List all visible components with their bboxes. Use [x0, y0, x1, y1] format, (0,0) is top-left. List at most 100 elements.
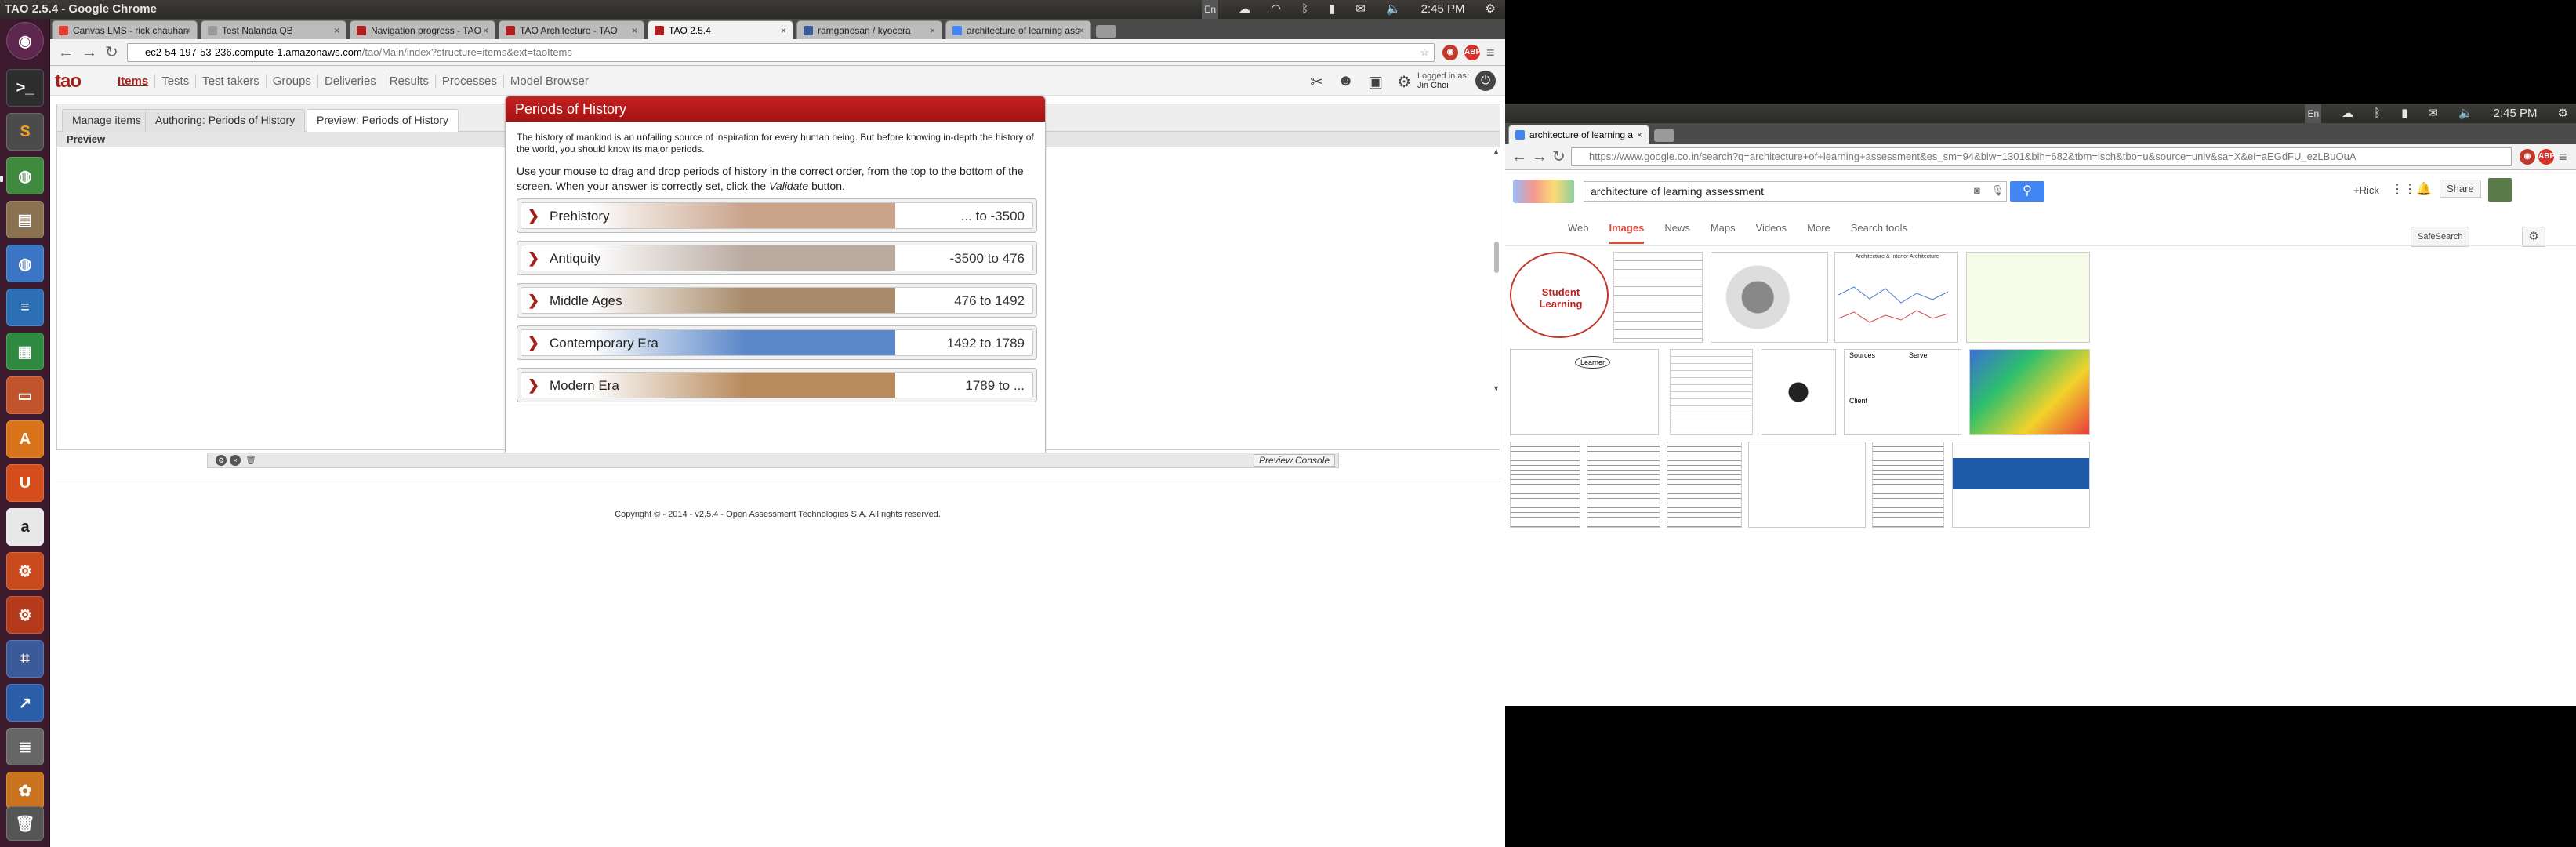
chrome-icon[interactable]: ◍ [6, 157, 44, 194]
browser-tab[interactable]: Test Nalanda QB × [201, 20, 346, 39]
image-result[interactable] [1952, 442, 2090, 528]
clock[interactable]: 2:45 PM [1421, 0, 1465, 19]
close-icon[interactable]: × [230, 455, 241, 466]
close-icon[interactable]: × [781, 21, 786, 39]
calc-icon[interactable]: ▦ [6, 333, 44, 370]
image-result[interactable] [1587, 442, 1660, 528]
mail-icon[interactable]: ✉ [1355, 0, 1366, 19]
ubuntu-dash-icon[interactable]: ◉ [6, 22, 44, 60]
reload-icon[interactable]: ↻ [1552, 148, 1566, 165]
tab-images[interactable]: Images [1609, 222, 1645, 244]
new-tab-button[interactable] [1654, 129, 1674, 142]
ubuntu-one-icon[interactable]: U [6, 464, 44, 502]
scroll-up-icon[interactable]: ▲ [1493, 147, 1500, 155]
image-result[interactable] [1510, 442, 1580, 528]
settings-icon[interactable]: ⚙ [2522, 227, 2545, 247]
sublime-icon[interactable]: S [6, 113, 44, 151]
close-icon[interactable]: × [632, 21, 637, 39]
image-result[interactable] [1711, 252, 1828, 343]
battery-icon[interactable]: ▮ [1329, 0, 1335, 19]
tab-preview[interactable]: Preview: Periods of History [307, 109, 459, 133]
close-icon[interactable]: × [930, 21, 935, 39]
image-result[interactable] [1966, 252, 2090, 343]
browser-tab[interactable]: TAO Architecture - TAO × [499, 20, 644, 39]
forward-icon[interactable]: → [82, 44, 97, 61]
address-bar[interactable]: ec2-54-197-53-236.compute-1.amazonaws.co… [127, 43, 1435, 62]
image-result[interactable]: Architecture & Interior Architecture [1834, 252, 1958, 343]
browser-tab-active[interactable]: TAO 2.5.4 × [648, 20, 793, 39]
close-icon[interactable]: × [1079, 21, 1084, 39]
clock[interactable]: 2:45 PM [2494, 104, 2538, 123]
image-result[interactable] [1748, 442, 1866, 528]
adblock-icon[interactable]: ABP [1464, 45, 1481, 60]
settings-icon[interactable]: ⚙ [6, 552, 44, 590]
disk-icon[interactable]: ≣ [6, 728, 44, 765]
order-choice[interactable]: ❯ Antiquity -3500 to 476 [517, 241, 1037, 275]
scroll-down-icon[interactable]: ▼ [1493, 384, 1500, 392]
tao-logo[interactable]: tao [55, 71, 82, 93]
bluetooth-icon[interactable]: ᛒ [1301, 0, 1308, 19]
google-logo[interactable] [1513, 180, 1574, 203]
menu-icon[interactable]: ≡ [1486, 44, 1495, 61]
keyboard-indicator[interactable]: En [2305, 104, 2322, 123]
new-tab-button[interactable] [1096, 25, 1116, 38]
system-monitor-icon[interactable]: ⚙ [6, 596, 44, 634]
volume-icon[interactable]: 🔈 [2458, 104, 2473, 123]
tab-web[interactable]: Web [1568, 222, 1589, 244]
chart-app-icon[interactable]: ↗ [6, 684, 44, 722]
settings-icon[interactable]: ⚙ [216, 455, 227, 466]
workspace-icon[interactable]: ⌗ [6, 640, 44, 678]
close-icon[interactable]: × [185, 21, 190, 39]
share-button[interactable]: Share [2440, 180, 2481, 198]
image-result[interactable] [1761, 349, 1836, 435]
media-icon[interactable]: ▣ [1368, 72, 1383, 92]
back-icon[interactable]: ← [58, 44, 74, 61]
nav-results[interactable]: Results [383, 74, 436, 88]
terminal-icon[interactable]: >_ [6, 69, 44, 107]
browser-tab[interactable]: ramganesan / kyocera × [796, 20, 942, 39]
nav-items[interactable]: Items [111, 74, 156, 88]
notifications-icon[interactable]: 🔔 [2416, 181, 2432, 197]
chromium-icon[interactable]: ◍ [6, 245, 44, 282]
writer-icon[interactable]: ≡ [6, 289, 44, 326]
trash-icon[interactable]: 🗑 [245, 453, 256, 467]
preview-scrollbar[interactable]: ▲ ▼ [1493, 147, 1500, 394]
browser-tab-active[interactable]: architecture of learning a × [1508, 125, 1649, 144]
session-gear-icon[interactable]: ⚙ [1486, 0, 1496, 19]
scroll-thumb[interactable] [1494, 242, 1499, 273]
close-icon[interactable]: × [483, 21, 488, 39]
nav-deliveries[interactable]: Deliveries [318, 74, 383, 88]
nav-tests[interactable]: Tests [155, 74, 197, 88]
tools-icon[interactable]: ✂ [1310, 72, 1323, 92]
close-icon[interactable]: × [334, 21, 339, 39]
battery-icon[interactable]: ▮ [2401, 104, 2407, 123]
browser-tab[interactable]: Canvas LMS - rick.chauhan × [52, 20, 198, 39]
image-result[interactable] [1872, 442, 1944, 528]
nav-model-browser[interactable]: Model Browser [504, 75, 595, 88]
image-result[interactable] [1969, 349, 2090, 435]
users-icon[interactable]: ☻ [1337, 72, 1354, 92]
tab-authoring[interactable]: Authoring: Periods of History [145, 109, 306, 132]
reload-icon[interactable]: ↻ [105, 44, 118, 61]
tab-news[interactable]: News [1664, 222, 1690, 244]
settings-icon[interactable]: ⚙ [1397, 72, 1411, 92]
avatar[interactable] [2488, 178, 2512, 202]
image-result[interactable]: Learner [1510, 349, 1659, 435]
order-choice[interactable]: ❯ Middle Ages 476 to 1492 [517, 283, 1037, 318]
order-choice[interactable]: ❯ Prehistory ... to -3500 [517, 198, 1037, 233]
apps-icon[interactable]: ⋮⋮ [2391, 181, 2416, 197]
keyboard-indicator[interactable]: En [1202, 0, 1219, 19]
photo-icon[interactable]: ✿ [6, 772, 44, 809]
preview-console-button[interactable]: Preview Console [1253, 454, 1335, 467]
tab-maps[interactable]: Maps [1711, 222, 1736, 244]
image-result[interactable] [1667, 442, 1742, 528]
browser-tab[interactable]: architecture of learning ass × [945, 20, 1091, 39]
ext-icon[interactable]: ◉ [2520, 149, 2535, 165]
search-button[interactable]: ⚲ [2010, 181, 2044, 202]
image-result[interactable] [1670, 349, 1753, 435]
tab-videos[interactable]: Videos [1756, 222, 1787, 244]
forward-icon[interactable]: → [1532, 148, 1547, 165]
session-gear-icon[interactable]: ⚙ [2558, 104, 2568, 123]
plus-user-link[interactable]: +Rick [2353, 184, 2379, 196]
files-icon[interactable]: ▤ [6, 201, 44, 238]
